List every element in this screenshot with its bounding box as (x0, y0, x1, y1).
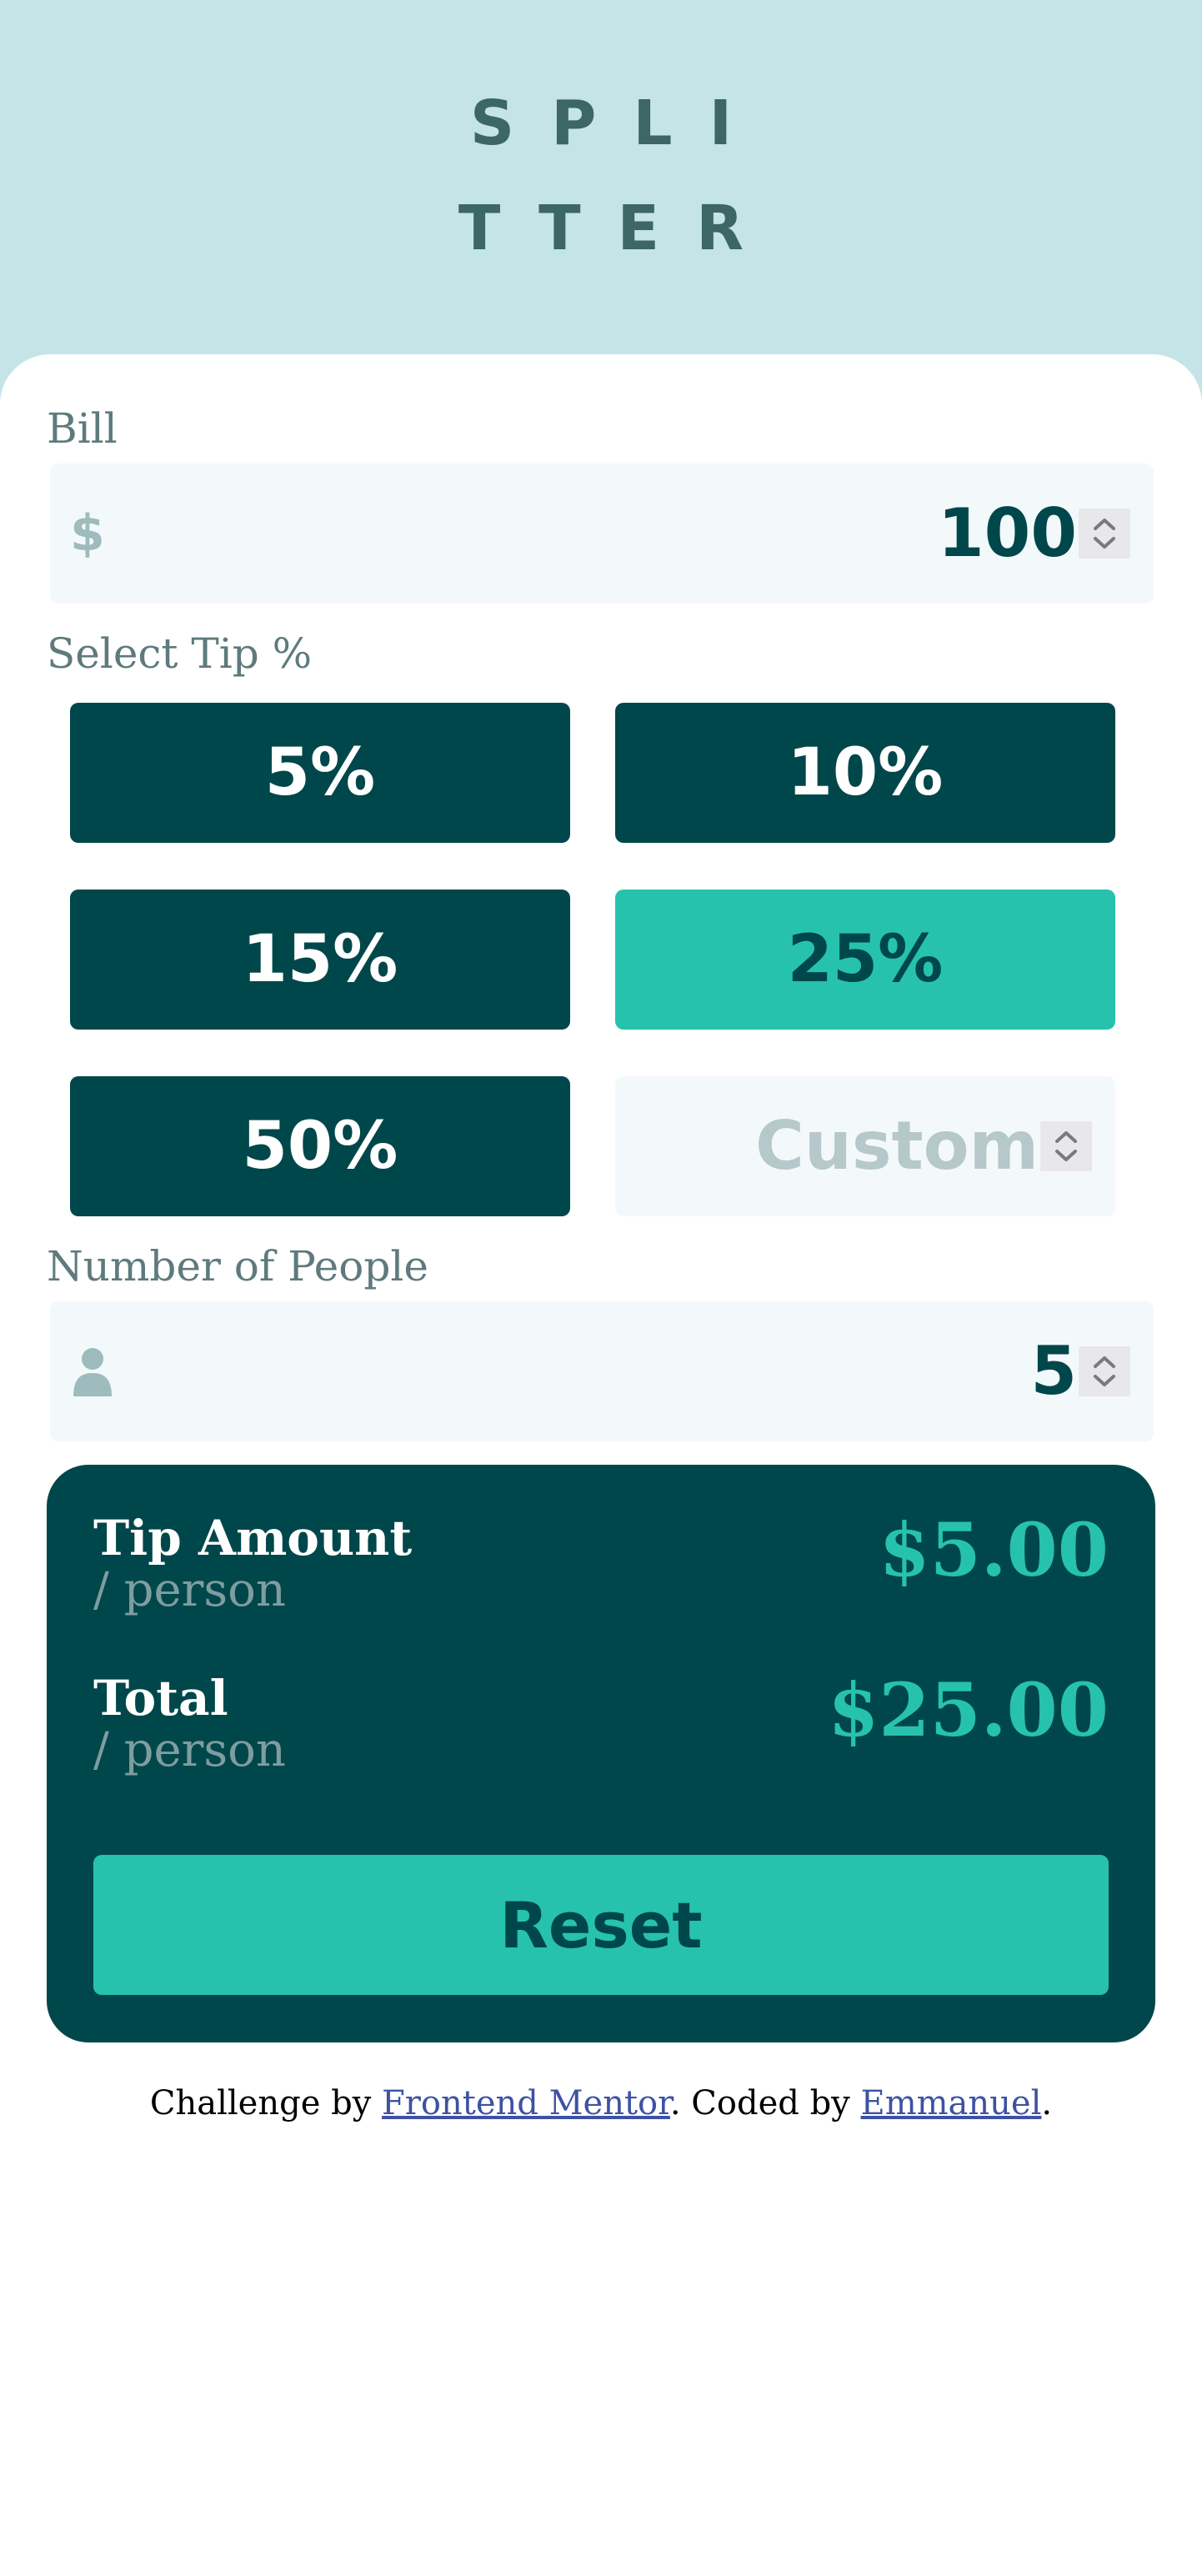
attribution-middle: . Coded by (669, 2084, 861, 2122)
total-value: $25.00 (828, 1666, 1109, 1753)
result-panel: Tip Amount / person $5.00 Total / person… (47, 1465, 1155, 2042)
app-logo: SPLI TTER (0, 71, 1202, 281)
tip-50-button[interactable]: 50% (70, 1076, 570, 1216)
attribution-prefix: Challenge by (149, 2084, 383, 2122)
tip-5-button[interactable]: 5% (70, 703, 570, 843)
people-stepper[interactable] (1079, 1346, 1130, 1396)
bill-stepper[interactable] (1079, 509, 1130, 559)
author-link[interactable]: Emmanuel (861, 2084, 1042, 2122)
stepper-arrows-icon (1094, 1356, 1115, 1386)
bill-input[interactable]: $ 100 (50, 464, 1154, 604)
tip-15-button[interactable]: 15% (70, 890, 570, 1030)
tip-amount-label: Tip Amount (93, 1510, 413, 1566)
select-tip-label: Select Tip % (47, 629, 313, 678)
tip-25-button[interactable]: 25% (615, 890, 1115, 1030)
stepper-arrows-icon (1055, 1131, 1077, 1161)
tip-amount-value: $5.00 (879, 1506, 1109, 1593)
tip-10-button[interactable]: 10% (615, 703, 1115, 843)
tip-amount-sub: / person (93, 1563, 286, 1617)
logo-line-2: TTER (458, 193, 781, 264)
bill-value: 100 (938, 494, 1077, 572)
bill-label: Bill (47, 404, 118, 453)
header: SPLI TTER (0, 0, 1202, 400)
person-icon (73, 1348, 112, 1396)
logo-line-1: SPLI (469, 88, 769, 159)
attribution-suffix: . (1041, 2084, 1053, 2122)
custom-tip-stepper[interactable] (1040, 1121, 1092, 1171)
dollar-icon: $ (70, 504, 105, 563)
attribution: Challenge by Frontend Mentor. Coded by E… (0, 2084, 1202, 2122)
total-label: Total (93, 1670, 228, 1727)
people-input[interactable]: 5 (50, 1301, 1154, 1441)
custom-tip-placeholder: Custom (755, 1107, 1039, 1185)
stepper-arrows-icon (1094, 519, 1115, 549)
custom-tip-input[interactable]: Custom (615, 1076, 1115, 1216)
total-sub: / person (93, 1723, 286, 1777)
frontend-mentor-link[interactable]: Frontend Mentor (382, 2084, 670, 2122)
people-value: 5 (1030, 1332, 1077, 1410)
reset-button[interactable]: Reset (93, 1855, 1109, 1995)
people-label: Number of People (47, 1242, 428, 1291)
